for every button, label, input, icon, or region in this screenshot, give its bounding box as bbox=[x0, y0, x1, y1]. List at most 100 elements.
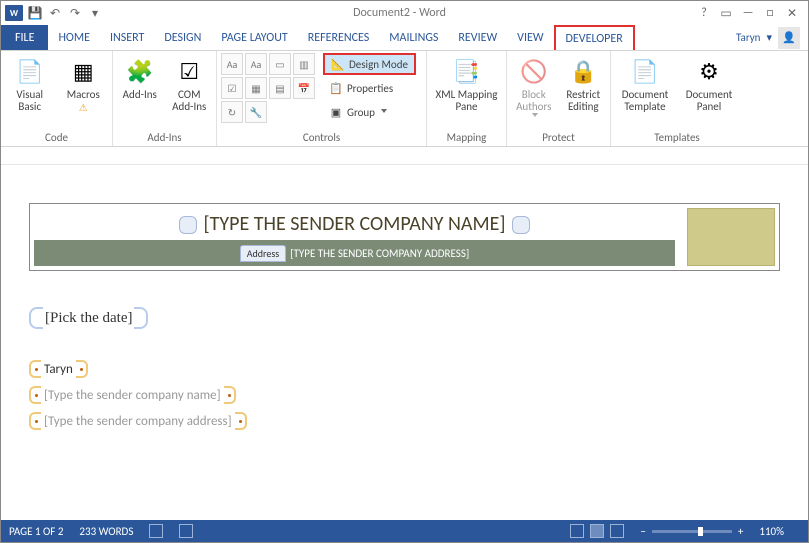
word-count[interactable]: 233 WORDS bbox=[79, 525, 133, 538]
group-button[interactable]: ▣ Group bbox=[323, 101, 416, 123]
tab-insert[interactable]: INSERT bbox=[100, 25, 154, 50]
rich-text-control-icon[interactable]: Aa bbox=[221, 53, 243, 75]
tab-file[interactable]: FILE bbox=[1, 25, 48, 50]
save-icon[interactable]: 💾 bbox=[27, 5, 43, 21]
address-control-tab[interactable]: Address bbox=[240, 245, 286, 262]
content-control-end-icon bbox=[134, 307, 148, 329]
com-addins-button[interactable]: ☑ COM Add-Ins bbox=[167, 53, 213, 113]
address-placeholder[interactable]: [TYPE THE SENDER COMPANY ADDRESS] bbox=[290, 247, 469, 260]
document-panel-icon: ⚙ bbox=[693, 55, 725, 87]
design-mode-button[interactable]: 📐 Design Mode bbox=[323, 53, 416, 75]
chevron-down-icon bbox=[532, 113, 538, 119]
undo-icon[interactable]: ↶ bbox=[47, 5, 63, 21]
group-protect-label: Protect bbox=[511, 131, 606, 146]
content-control-start-icon bbox=[29, 386, 41, 404]
tab-developer[interactable]: DEVELOPER bbox=[554, 25, 635, 50]
date-picker-control-icon[interactable]: 📅 bbox=[293, 77, 315, 99]
tab-references[interactable]: REFERENCES bbox=[298, 25, 380, 50]
zoom-in-icon[interactable]: + bbox=[738, 525, 743, 538]
group-controls-label: Controls bbox=[221, 131, 422, 146]
group-code: 📄 Visual Basic ▦ Macros ⚠ Code bbox=[1, 51, 113, 146]
spelling-icon[interactable] bbox=[149, 524, 163, 538]
group-addins-label: Add-Ins bbox=[117, 131, 212, 146]
tab-home[interactable]: HOME bbox=[48, 25, 100, 50]
plain-text-control-icon[interactable]: Aa bbox=[245, 53, 267, 75]
ribbon-options-icon[interactable]: ▭ bbox=[718, 5, 734, 21]
avatar-icon[interactable]: 👤 bbox=[778, 27, 800, 49]
letterhead-header: [TYPE THE SENDER COMPANY NAME] Address [… bbox=[29, 203, 780, 271]
zoom-slider[interactable]: − + bbox=[640, 525, 743, 538]
macros-icon: ▦ bbox=[67, 55, 99, 87]
com-addins-icon: ☑ bbox=[173, 55, 205, 87]
addins-button[interactable]: 🧩 Add-Ins bbox=[117, 53, 163, 101]
document-template-icon: 📄 bbox=[629, 55, 661, 87]
building-block-control-icon[interactable]: ▥ bbox=[293, 53, 315, 75]
content-control-start-icon bbox=[29, 412, 41, 430]
xml-mapping-icon: 📑 bbox=[451, 55, 483, 87]
redo-icon[interactable]: ↷ bbox=[67, 5, 83, 21]
restrict-editing-button[interactable]: 🔒 Restrict Editing bbox=[561, 53, 607, 113]
block-authors-button[interactable]: 🚫 Block Authors bbox=[511, 53, 557, 119]
zoom-out-icon[interactable]: − bbox=[640, 525, 645, 538]
picture-control-icon[interactable]: ▭ bbox=[269, 53, 291, 75]
tab-review[interactable]: REVIEW bbox=[448, 25, 507, 50]
content-control-start-icon bbox=[29, 307, 43, 329]
group-protect: 🚫 Block Authors 🔒 Restrict Editing Prote… bbox=[507, 51, 611, 146]
macros-button[interactable]: ▦ Macros ⚠ bbox=[59, 53, 109, 114]
minimize-icon[interactable]: — bbox=[740, 5, 756, 21]
sender-address-control[interactable]: [Type the sender company address] bbox=[29, 412, 780, 430]
page-indicator[interactable]: PAGE 1 OF 2 bbox=[9, 525, 63, 538]
document-area[interactable]: [TYPE THE SENDER COMPANY NAME] Address [… bbox=[1, 147, 808, 520]
tab-design[interactable]: DESIGN bbox=[154, 25, 211, 50]
document-template-button[interactable]: 📄 Document Template bbox=[615, 53, 675, 113]
header-address-band: Address [TYPE THE SENDER COMPANY ADDRESS… bbox=[34, 240, 675, 266]
user-name[interactable]: Taryn bbox=[736, 31, 760, 44]
dropdown-control-icon[interactable]: ▤ bbox=[269, 77, 291, 99]
sender-company-control[interactable]: [Type the sender company name] bbox=[29, 386, 780, 404]
title-bar: W 💾 ↶ ↷ ▾ Document2 - Word ? ▭ — □ ✕ bbox=[1, 1, 808, 25]
close-icon[interactable]: ✕ bbox=[784, 5, 800, 21]
macro-record-icon[interactable] bbox=[179, 524, 193, 538]
group-templates: 📄 Document Template ⚙ Document Panel Tem… bbox=[611, 51, 743, 146]
zoom-level[interactable]: 110% bbox=[759, 525, 784, 538]
document-title: Document2 - Word bbox=[103, 6, 696, 20]
content-control-start-icon bbox=[179, 216, 197, 234]
group-controls: Aa Aa ▭ ▥ ☑ ▦ ▤ 📅 ↻ 🔧 📐 Design Mode 📋 Pr… bbox=[217, 51, 427, 146]
date-content-control[interactable]: [Pick the date] bbox=[29, 307, 780, 332]
header-title-control[interactable]: [TYPE THE SENDER COMPANY NAME] bbox=[34, 208, 675, 240]
combobox-control-icon[interactable]: ▦ bbox=[245, 77, 267, 99]
properties-icon: 📋 bbox=[329, 81, 343, 95]
user-dropdown-icon[interactable]: ▾ bbox=[766, 31, 772, 44]
tab-page-layout[interactable]: PAGE LAYOUT bbox=[211, 25, 297, 50]
print-layout-icon[interactable] bbox=[590, 524, 604, 538]
ruler[interactable] bbox=[1, 147, 808, 165]
group-icon: ▣ bbox=[329, 105, 343, 119]
chevron-down-icon bbox=[381, 109, 387, 115]
header-logo-box[interactable] bbox=[687, 208, 775, 266]
sender-name-control[interactable]: Taryn bbox=[29, 360, 780, 378]
content-control-end-icon bbox=[76, 360, 88, 378]
restrict-editing-icon: 🔒 bbox=[567, 55, 599, 87]
addins-icon: 🧩 bbox=[124, 55, 156, 87]
word-icon: W bbox=[5, 5, 23, 21]
read-mode-icon[interactable] bbox=[570, 524, 584, 538]
document-panel-button[interactable]: ⚙ Document Panel bbox=[679, 53, 739, 113]
page[interactable]: [TYPE THE SENDER COMPANY NAME] Address [… bbox=[9, 191, 800, 430]
block-authors-icon: 🚫 bbox=[518, 55, 550, 87]
help-icon[interactable]: ? bbox=[696, 5, 712, 21]
repeating-section-control-icon[interactable]: ↻ bbox=[221, 101, 243, 123]
checkbox-control-icon[interactable]: ☑ bbox=[221, 77, 243, 99]
legacy-tools-icon[interactable]: 🔧 bbox=[245, 101, 267, 123]
qat-customize-icon[interactable]: ▾ bbox=[87, 5, 103, 21]
maximize-icon[interactable]: □ bbox=[762, 5, 778, 21]
xml-mapping-button[interactable]: 📑 XML Mapping Pane bbox=[431, 53, 502, 113]
visual-basic-button[interactable]: 📄 Visual Basic bbox=[5, 53, 55, 113]
content-control-start-icon bbox=[29, 360, 41, 378]
properties-button[interactable]: 📋 Properties bbox=[323, 77, 416, 99]
content-control-end-icon bbox=[224, 386, 236, 404]
tab-view[interactable]: VIEW bbox=[507, 25, 553, 50]
ribbon-tabs: FILE HOME INSERT DESIGN PAGE LAYOUT REFE… bbox=[1, 25, 808, 51]
tab-mailings[interactable]: MAILINGS bbox=[379, 25, 448, 50]
web-layout-icon[interactable] bbox=[610, 524, 624, 538]
content-control-end-icon bbox=[512, 216, 530, 234]
